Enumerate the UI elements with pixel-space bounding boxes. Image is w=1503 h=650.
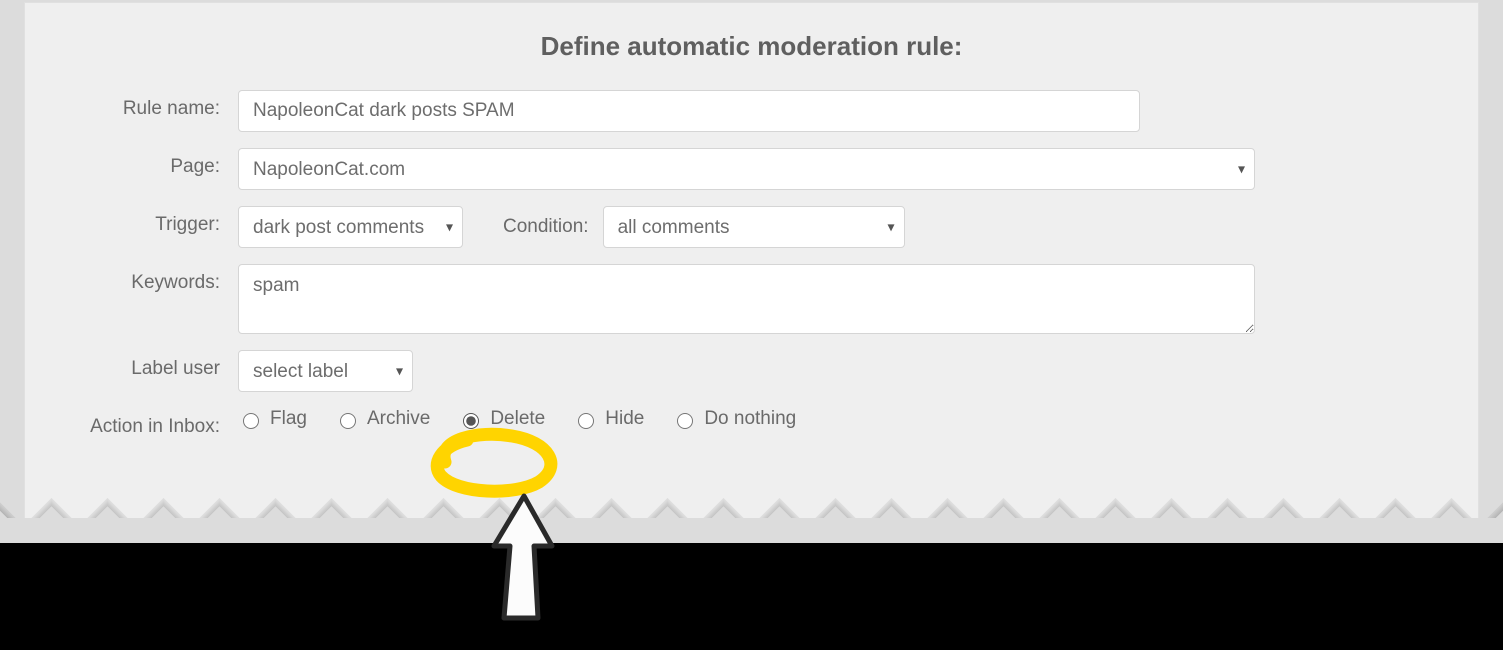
row-keywords: Keywords: (63, 264, 1440, 334)
trigger-select[interactable]: dark post comments (238, 206, 463, 248)
flag-radio[interactable] (243, 413, 259, 429)
hide-radio-label: Hide (605, 408, 644, 430)
archive-radio[interactable] (340, 413, 356, 429)
screen-root: Define automatic moderation rule: Rule n… (0, 0, 1503, 650)
archive-radio-label: Archive (367, 408, 430, 430)
page-select[interactable]: NapoleonCat.com (238, 148, 1255, 190)
delete-radio-item[interactable]: Delete (458, 408, 545, 430)
label-condition: Condition: (503, 216, 589, 238)
do-nothing-radio-label: Do nothing (704, 408, 796, 430)
do-nothing-radio-item[interactable]: Do nothing (672, 408, 796, 430)
condition-select[interactable]: all comments (603, 206, 905, 248)
label-label-user: Label user (63, 350, 238, 380)
label-user-select[interactable]: select label (238, 350, 413, 392)
label-trigger: Trigger: (63, 206, 238, 236)
label-keywords: Keywords: (63, 264, 238, 294)
label-action-in-inbox: Action in Inbox: (63, 408, 238, 438)
row-trigger: Trigger: dark post comments Condition: a… (63, 206, 1440, 248)
row-action-in-inbox: Action in Inbox: Flag Archive Delete (63, 408, 1440, 438)
label-rule-name: Rule name: (63, 90, 238, 120)
label-page: Page: (63, 148, 238, 178)
delete-radio-label: Delete (490, 408, 545, 430)
bottom-black-strip (0, 543, 1503, 650)
action-radio-group: Flag Archive Delete Hide (238, 408, 796, 430)
delete-radio[interactable] (463, 413, 479, 429)
row-page: Page: NapoleonCat.com (63, 148, 1440, 190)
flag-radio-item[interactable]: Flag (238, 408, 307, 430)
flag-radio-label: Flag (270, 408, 307, 430)
hide-radio[interactable] (578, 413, 594, 429)
do-nothing-radio[interactable] (677, 413, 693, 429)
panel-title: Define automatic moderation rule: (63, 31, 1440, 62)
archive-radio-item[interactable]: Archive (335, 408, 430, 430)
row-rule-name: Rule name: (63, 90, 1440, 132)
rule-name-input[interactable] (238, 90, 1140, 132)
moderation-rule-panel: Define automatic moderation rule: Rule n… (24, 2, 1479, 575)
keywords-input[interactable] (238, 264, 1255, 334)
row-label-user: Label user select label (63, 350, 1440, 392)
hide-radio-item[interactable]: Hide (573, 408, 644, 430)
